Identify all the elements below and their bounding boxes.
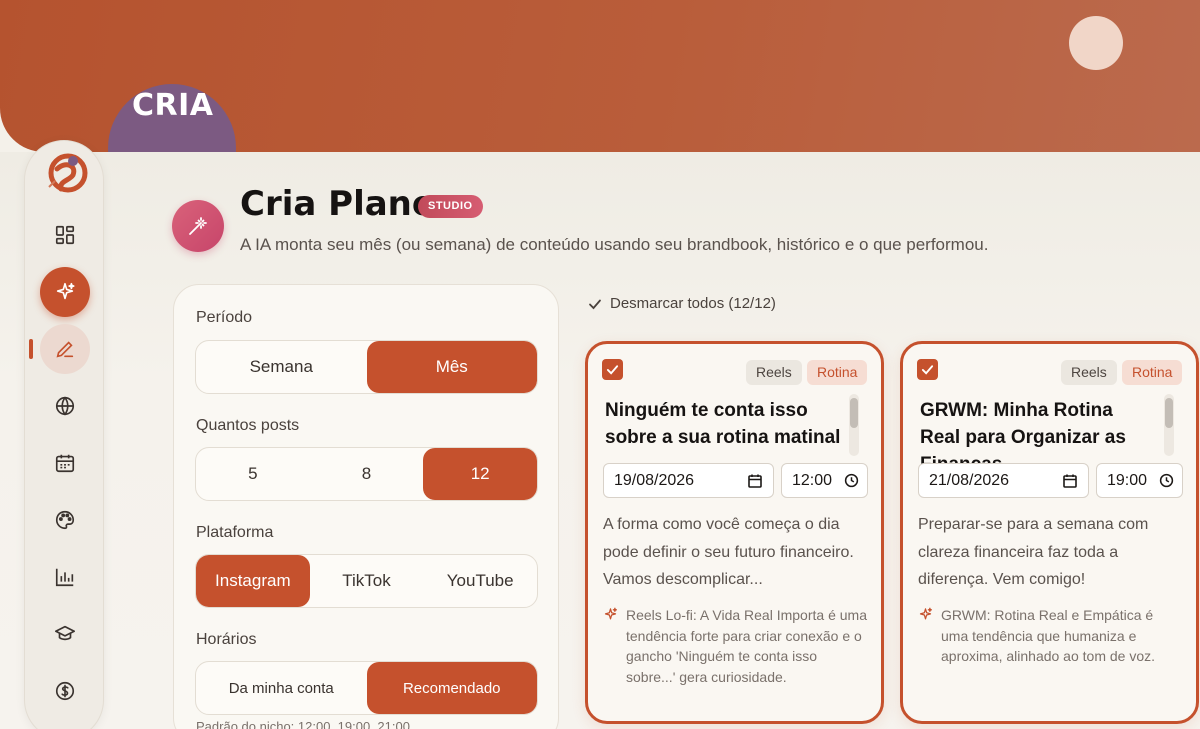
clock-icon[interactable]	[844, 473, 859, 488]
post-caption[interactable]: Preparar-se para a semana com clareza fi…	[918, 511, 1180, 594]
sidebar-item-dashboard[interactable]	[40, 210, 90, 260]
settings-panel: Período Semana Mês Quantos posts 5 8 12 …	[173, 284, 559, 729]
sidebar-item-editor[interactable]	[40, 324, 90, 374]
active-marker	[29, 339, 33, 359]
platform-option-instagram[interactable]: Instagram	[196, 555, 310, 607]
magic-wand-icon	[172, 200, 224, 252]
post-card[interactable]: Reels Rotina Ninguém te conta isso sobre…	[585, 341, 884, 724]
app-logo-icon[interactable]	[43, 151, 89, 197]
check-icon	[921, 365, 934, 375]
times-label: Horários	[196, 631, 257, 648]
post-date-value: 21/08/2026	[929, 472, 1010, 489]
check-icon	[589, 299, 601, 309]
posts-count-label: Quantos posts	[196, 417, 300, 434]
post-topic-tag: Rotina	[807, 360, 868, 385]
chart-icon	[55, 568, 74, 587]
platform-option-youtube[interactable]: YouTube	[423, 555, 537, 607]
sidebar-item-ai[interactable]	[40, 267, 90, 317]
post-caption[interactable]: A forma como você começa o dia pode defi…	[603, 511, 865, 594]
calendar-icon	[55, 454, 75, 473]
post-date-value: 19/08/2026	[614, 472, 695, 489]
sidebar-item-finance[interactable]	[40, 666, 90, 716]
sidebar-item-web[interactable]	[40, 381, 90, 431]
post-time-input[interactable]: 12:00	[781, 463, 868, 498]
post-time-value: 12:00	[792, 472, 833, 489]
clock-icon[interactable]	[1159, 473, 1174, 488]
page-subtitle: A IA monta seu mês (ou semana) de conteú…	[240, 235, 989, 254]
posts-option-12[interactable]: 12	[423, 448, 537, 500]
sidebar-item-calendar[interactable]	[40, 438, 90, 488]
grid-icon	[55, 225, 75, 245]
title-scroll-thumb[interactable]	[850, 398, 858, 428]
deselect-all-label: Desmarcar todos (12/12)	[610, 295, 776, 312]
post-rationale: Reels Lo-fi: A Vida Real Importa é uma t…	[603, 605, 868, 687]
sidebar-item-learn[interactable]	[40, 609, 90, 659]
calendar-icon[interactable]	[747, 473, 763, 489]
graduation-cap-icon	[55, 625, 75, 641]
sparkle-icon	[919, 607, 933, 620]
post-topic-tag: Rotina	[1122, 360, 1183, 385]
sidebar	[24, 140, 104, 729]
calendar-icon[interactable]	[1062, 473, 1078, 489]
post-time-value: 19:00	[1107, 472, 1148, 489]
pencil-icon	[56, 341, 74, 358]
post-title[interactable]: Ninguém te conta isso sobre a sua rotina…	[605, 397, 843, 451]
deselect-all-button[interactable]: Desmarcar todos (12/12)	[588, 295, 776, 312]
header-band: CRIA	[0, 0, 1200, 152]
post-card[interactable]: Reels Rotina GRWM: Minha Rotina Real par…	[900, 341, 1199, 724]
check-icon	[606, 365, 619, 375]
post-date-input[interactable]: 19/08/2026	[603, 463, 774, 498]
post-checkbox[interactable]	[602, 359, 623, 380]
globe-icon	[55, 396, 75, 416]
times-option-my-account[interactable]: Da minha conta	[196, 662, 367, 714]
times-option-recommended[interactable]: Recomendado	[366, 662, 537, 714]
period-label: Período	[196, 309, 253, 326]
niche-times-note: Padrão do nicho: 12:00, 19:00, 21:00	[196, 719, 410, 729]
period-option-week[interactable]: Semana	[196, 341, 367, 393]
period-option-month[interactable]: Mês	[366, 341, 537, 393]
posts-option-8[interactable]: 8	[310, 448, 424, 500]
post-date-input[interactable]: 21/08/2026	[918, 463, 1089, 498]
post-rationale: GRWM: Rotina Real e Empática é uma tendê…	[918, 605, 1183, 667]
sparkle-icon	[604, 607, 618, 620]
period-toggle: Semana Mês	[195, 340, 538, 394]
brand-logo-text: CRIA	[132, 88, 214, 123]
post-rationale-text: Reels Lo-fi: A Vida Real Importa é uma t…	[626, 607, 867, 685]
platform-option-tiktok[interactable]: TikTok	[310, 555, 424, 607]
post-checkbox[interactable]	[917, 359, 938, 380]
studio-badge: STUDIO	[418, 195, 483, 218]
times-toggle: Da minha conta Recomendado	[195, 661, 538, 715]
platform-toggle: Instagram TikTok YouTube	[195, 554, 538, 608]
palette-icon	[55, 510, 75, 530]
post-time-input[interactable]: 19:00	[1096, 463, 1183, 498]
posts-option-5[interactable]: 5	[196, 448, 310, 500]
page-title: Cria Plano	[240, 184, 436, 224]
post-type-tag: Reels	[1061, 360, 1117, 385]
posts-count-toggle: 5 8 12	[195, 447, 538, 501]
title-scroll-thumb[interactable]	[1165, 398, 1173, 428]
post-type-tag: Reels	[746, 360, 802, 385]
sidebar-item-analytics[interactable]	[40, 552, 90, 602]
platform-label: Plataforma	[196, 524, 274, 541]
sidebar-item-palette[interactable]	[40, 495, 90, 545]
sparkles-icon	[56, 282, 75, 300]
post-rationale-text: GRWM: Rotina Real e Empática é uma tendê…	[941, 607, 1156, 664]
dollar-icon	[55, 681, 75, 701]
avatar[interactable]	[1069, 16, 1123, 70]
